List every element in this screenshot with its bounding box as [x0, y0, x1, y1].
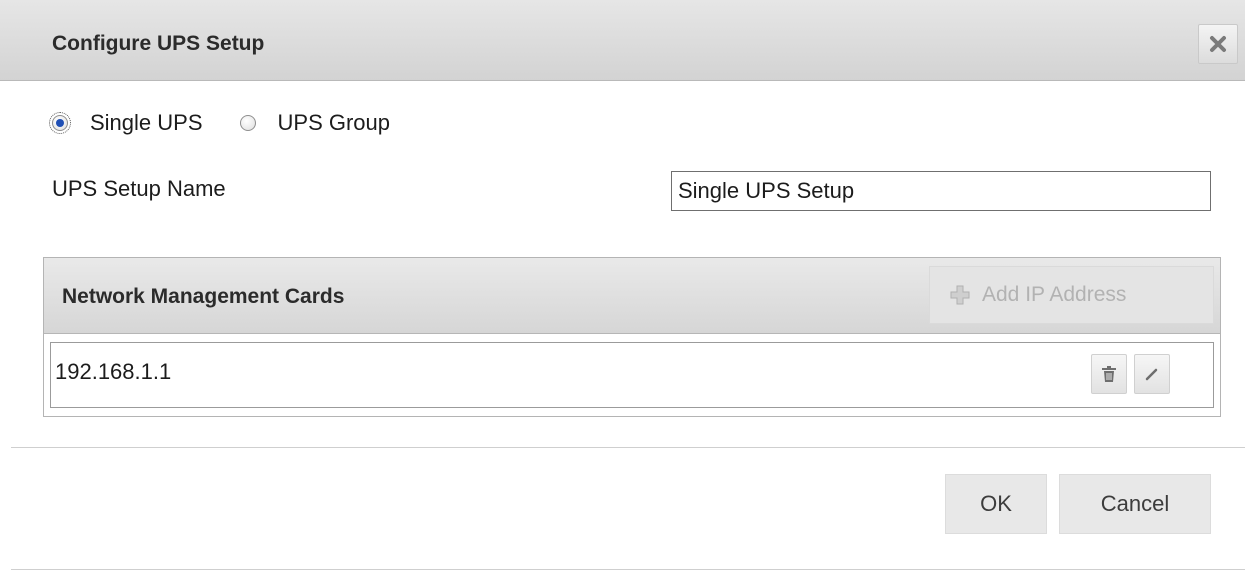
ip-address-row[interactable]: 192.168.1.1	[50, 342, 1214, 408]
dialog-title: Configure UPS Setup	[52, 32, 265, 55]
pencil-icon	[1145, 368, 1158, 381]
edit-ip-button[interactable]	[1134, 354, 1170, 394]
setup-name-label: UPS Setup Name	[52, 176, 226, 201]
setup-name-input[interactable]	[671, 171, 1211, 211]
panel-header: Network Management Cards Add IP Address	[44, 258, 1220, 334]
ups-group-radio[interactable]: UPS Group	[239, 110, 391, 136]
trash-icon	[1102, 366, 1116, 382]
delete-ip-button[interactable]	[1091, 354, 1127, 394]
plus-icon	[950, 285, 970, 305]
close-button[interactable]	[1198, 24, 1238, 64]
ip-address-value: 192.168.1.1	[55, 359, 172, 384]
close-icon	[1210, 36, 1226, 52]
dialog-titlebar: Configure UPS Setup	[0, 0, 1245, 81]
cancel-button[interactable]: Cancel	[1059, 474, 1211, 534]
panel-title: Network Management Cards	[62, 285, 345, 308]
radio-selected-icon	[49, 112, 71, 134]
ups-group-label: UPS Group	[277, 110, 391, 135]
setup-type-radio-group: Single UPS UPS Group	[49, 106, 391, 140]
radio-unselected-icon	[239, 115, 256, 131]
footer-divider	[11, 447, 1245, 448]
network-management-cards-panel: Network Management Cards Add IP Address …	[43, 257, 1221, 417]
ok-button[interactable]: OK	[945, 474, 1047, 534]
add-ip-address-button[interactable]: Add IP Address	[929, 266, 1214, 324]
single-ups-radio[interactable]: Single UPS	[49, 110, 203, 136]
configure-ups-setup-dialog: Configure UPS Setup Single UPS UPS Group…	[0, 0, 1245, 570]
add-ip-address-label: Add IP Address	[982, 283, 1127, 306]
single-ups-label: Single UPS	[90, 110, 203, 135]
